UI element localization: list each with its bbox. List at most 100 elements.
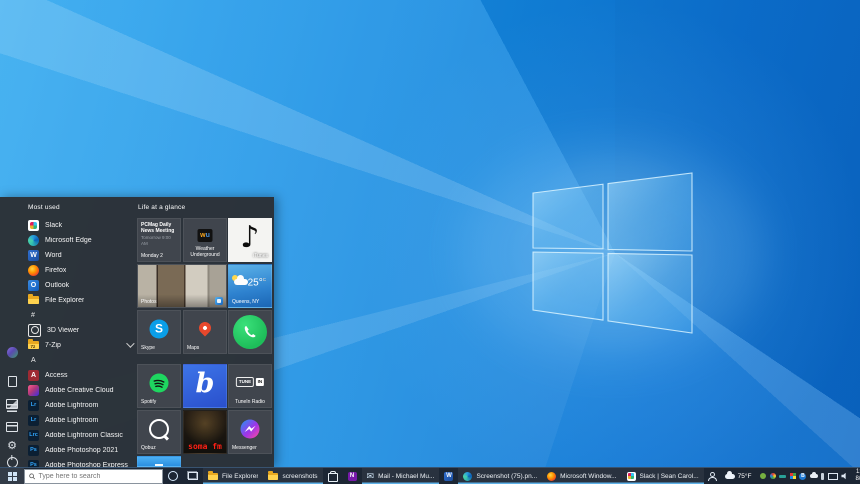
network-display-icon[interactable] bbox=[828, 473, 838, 480]
app-item-3d-viewer[interactable]: 3D Viewer bbox=[28, 323, 132, 338]
tile-label: Skype bbox=[141, 345, 155, 351]
tile-itunes[interactable]: ♪ iTunes bbox=[228, 218, 272, 262]
file-explorer-rail-button[interactable] bbox=[5, 420, 19, 434]
start-button[interactable] bbox=[0, 468, 24, 484]
folder-icon bbox=[268, 473, 278, 480]
taskbar-search[interactable] bbox=[24, 469, 163, 484]
logo-pane-top-left bbox=[533, 184, 603, 249]
lightroom-icon: Lr bbox=[28, 415, 39, 426]
app-item-access[interactable]: A Access bbox=[28, 368, 132, 383]
search-input[interactable] bbox=[38, 473, 158, 480]
bandcamp-icon: b bbox=[196, 368, 215, 399]
app-item-microsoft-edge[interactable]: Microsoft Edge bbox=[28, 233, 132, 248]
app-item-adobe-photoshop-express[interactable]: Ps Adobe Photoshop Express bbox=[28, 458, 132, 468]
taskbar-app-edge[interactable]: Screenshot (75).pn... bbox=[458, 468, 542, 484]
lightroom-icon: Lr bbox=[28, 400, 39, 411]
logo-pane-bottom-right bbox=[608, 253, 692, 333]
app-item-file-explorer[interactable]: File Explorer bbox=[28, 293, 132, 308]
tile-bandcamp[interactable]: b bbox=[183, 364, 227, 408]
calendar-day: Monday 2 bbox=[141, 253, 163, 259]
3d-viewer-icon bbox=[28, 324, 41, 337]
pictures-button[interactable] bbox=[5, 397, 19, 411]
chevron-down-icon[interactable] bbox=[126, 339, 134, 347]
tile-weather[interactable]: 25°C Queens, NY bbox=[228, 264, 272, 308]
tray-teal-app-icon[interactable] bbox=[779, 475, 786, 478]
app-item-adobe-lightroom-2[interactable]: Lr Adobe Lightroom bbox=[28, 413, 132, 428]
bluetooth-icon[interactable]: B bbox=[799, 473, 806, 480]
logo-pane-top-right bbox=[608, 173, 692, 251]
music-note-icon: ♪ bbox=[240, 223, 259, 253]
file-explorer-icon bbox=[6, 422, 18, 432]
taskbar-app-file-explorer[interactable]: File Explorer bbox=[203, 468, 263, 484]
people-button[interactable] bbox=[704, 468, 720, 484]
taskbar-app-slack[interactable]: Slack | Sean Carol... bbox=[622, 468, 704, 484]
settings-button[interactable]: ⚙ bbox=[5, 439, 19, 453]
onedrive-icon[interactable] bbox=[810, 474, 818, 478]
weather-cloud-icon bbox=[725, 474, 735, 479]
taskbar-app-onenote[interactable]: N bbox=[343, 468, 362, 484]
tray-green-status-icon[interactable] bbox=[760, 473, 766, 479]
clock-date: 8/2/2021 bbox=[855, 476, 860, 483]
app-item-7zip[interactable]: 7z 7-Zip bbox=[28, 338, 132, 353]
taskbar-clock[interactable]: 1:13 PM 8/2/2021 bbox=[852, 468, 860, 484]
folder-icon bbox=[208, 473, 218, 480]
task-view-icon bbox=[188, 472, 198, 480]
app-item-adobe-creative-cloud[interactable]: Adobe Creative Cloud bbox=[28, 383, 132, 398]
speaker-icon[interactable] bbox=[841, 473, 848, 480]
clock-time: 1:13 PM bbox=[856, 469, 860, 476]
spotify-icon bbox=[150, 373, 169, 392]
windows-start-icon bbox=[8, 472, 17, 481]
app-item-outlook[interactable]: O Outlook bbox=[28, 278, 132, 293]
taskbar-app-microsoft-store[interactable] bbox=[323, 468, 343, 484]
tile-whatsapp[interactable] bbox=[228, 310, 272, 354]
gear-icon: ⚙ bbox=[7, 441, 17, 452]
taskbar-app-mail[interactable]: ✉ Mail - Michael Mu... bbox=[362, 468, 440, 484]
creative-cloud-icon bbox=[28, 385, 39, 396]
taskbar-app-firefox[interactable]: Microsoft Window... bbox=[542, 468, 621, 484]
section-header-a[interactable]: A bbox=[28, 353, 132, 368]
app-item-adobe-lightroom-classic[interactable]: Lrc Adobe Lightroom Classic bbox=[28, 428, 132, 443]
mail-envelope-icon: ✉ bbox=[367, 472, 375, 481]
tray-windows-security-icon[interactable] bbox=[790, 473, 796, 479]
outlook-icon: O bbox=[28, 280, 39, 291]
somafm-logo-text: soma fm bbox=[184, 442, 226, 451]
tile-photos[interactable]: Photos bbox=[137, 264, 227, 308]
app-item-adobe-lightroom[interactable]: Lr Adobe Lightroom bbox=[28, 398, 132, 413]
cortana-button[interactable] bbox=[163, 468, 183, 484]
weather-location: Queens, NY bbox=[232, 299, 259, 305]
section-header-hash[interactable]: # bbox=[28, 308, 132, 323]
tile-qobuz[interactable]: Qobuz bbox=[137, 410, 181, 454]
tile-skype[interactable]: S Skype bbox=[137, 310, 181, 354]
power-button[interactable] bbox=[5, 455, 19, 467]
tile-tunein[interactable]: TUNE IN TuneIn Radio bbox=[228, 364, 272, 408]
tile-label: Qobuz bbox=[141, 445, 156, 451]
tile-spotify[interactable]: Spotify bbox=[137, 364, 181, 408]
onenote-icon: N bbox=[348, 472, 357, 481]
tile-weather-underground[interactable]: wu Weather Underground bbox=[183, 218, 227, 262]
app-item-word[interactable]: W Word bbox=[28, 248, 132, 263]
tray-creative-cloud-icon[interactable] bbox=[770, 473, 776, 479]
qobuz-icon bbox=[149, 419, 169, 439]
tile-somafm[interactable]: soma fm bbox=[183, 410, 227, 454]
taskbar-app-screenshots-folder[interactable]: screenshots bbox=[263, 468, 322, 484]
firefox-icon bbox=[547, 472, 556, 481]
taskbar-app-word[interactable]: W bbox=[439, 468, 458, 484]
tile-partial-bottom[interactable] bbox=[137, 456, 181, 467]
lightroom-classic-icon: Lrc bbox=[28, 430, 39, 441]
app-item-slack[interactable]: Slack bbox=[28, 218, 132, 233]
news-and-interests[interactable]: 75°F bbox=[720, 468, 757, 484]
tile-maps[interactable]: Maps bbox=[183, 310, 227, 354]
cortana-icon bbox=[168, 471, 178, 481]
app-item-adobe-photoshop-2021[interactable]: Ps Adobe Photoshop 2021 bbox=[28, 443, 132, 458]
task-view-button[interactable] bbox=[183, 468, 203, 484]
usb-device-icon[interactable] bbox=[821, 473, 824, 480]
app-item-firefox[interactable]: Firefox bbox=[28, 263, 132, 278]
user-account-button[interactable] bbox=[5, 345, 19, 359]
documents-button[interactable] bbox=[5, 374, 19, 388]
tile-label: iTunes bbox=[253, 253, 268, 259]
folder-icon bbox=[28, 296, 39, 304]
map-pin-icon bbox=[197, 319, 214, 336]
tile-messenger[interactable]: Messenger bbox=[228, 410, 272, 454]
tile-calendar[interactable]: PCMag Daily News Meeting Tomorrow 9:00 A… bbox=[137, 218, 181, 262]
tile-label: Photos bbox=[141, 299, 157, 305]
